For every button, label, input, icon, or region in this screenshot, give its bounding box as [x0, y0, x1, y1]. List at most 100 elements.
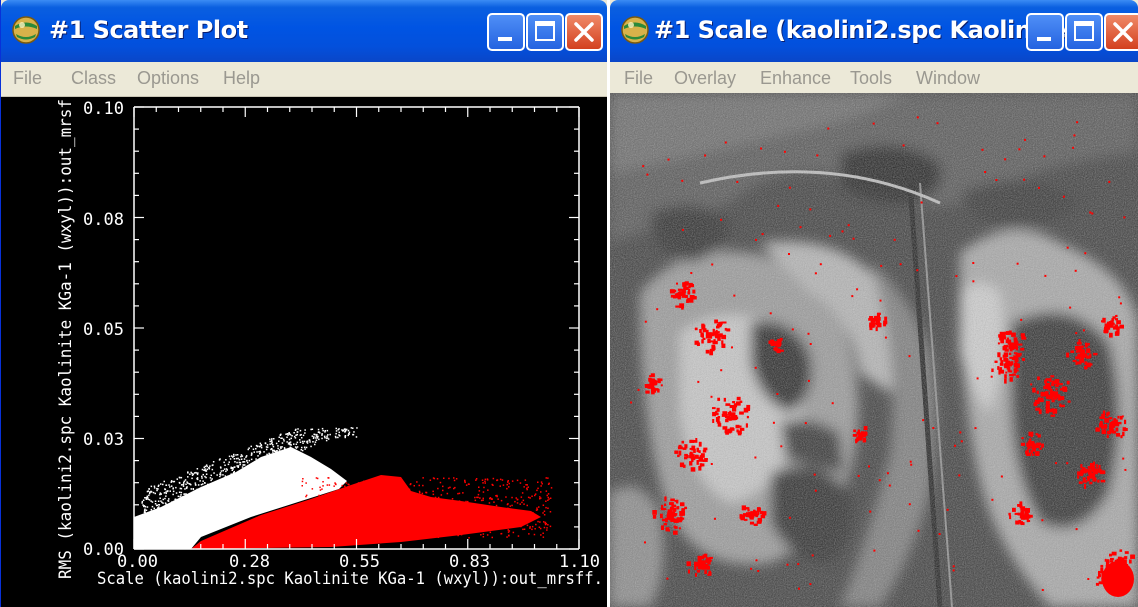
scatter-point — [157, 500, 160, 502]
red-pixel — [1117, 556, 1122, 562]
scatter-point — [245, 455, 248, 457]
red-pixel — [1038, 447, 1043, 450]
menu-file[interactable]: File — [624, 68, 653, 89]
scatter-point — [258, 451, 260, 453]
scatter-point — [255, 444, 258, 447]
red-pixel — [1004, 379, 1007, 384]
scatter-point — [508, 482, 510, 485]
scatter-point — [390, 522, 393, 525]
scatter-point — [395, 533, 398, 535]
scatter-point — [369, 534, 371, 536]
scatter-point — [315, 435, 318, 437]
red-pixel — [1013, 368, 1017, 374]
red-pixel — [1074, 269, 1077, 272]
red-pixel — [1013, 337, 1018, 341]
scatter-point — [422, 484, 424, 487]
minimize-icon — [498, 37, 512, 41]
scatter-point — [414, 526, 417, 529]
red-pixel — [689, 439, 695, 443]
red-pixel — [1109, 422, 1114, 426]
scatter-point — [227, 463, 230, 466]
scatter-point — [356, 427, 358, 429]
menu-tools[interactable]: Tools — [850, 68, 892, 89]
scatter-point — [537, 487, 539, 490]
scatter-point — [394, 532, 396, 534]
scatter-point — [392, 523, 394, 525]
red-pixel — [1020, 442, 1025, 446]
image-window-titlebar[interactable]: #1 Scale (kaolini2.spc Kaolinite ... — [610, 0, 1138, 62]
scatter-point — [142, 504, 144, 506]
scatter-point — [265, 448, 268, 451]
scatter-point — [245, 466, 248, 469]
close-button[interactable] — [1104, 13, 1138, 51]
scatter-point — [304, 514, 306, 516]
scatter-point — [278, 440, 280, 442]
scatter-point — [451, 498, 454, 500]
red-pixel — [713, 412, 719, 416]
scatter-point — [448, 520, 451, 522]
scatter-point — [323, 521, 326, 523]
maximize-button[interactable] — [526, 13, 564, 51]
scatter-point — [317, 435, 319, 438]
scatter-point — [492, 477, 495, 480]
menu-window[interactable]: Window — [916, 68, 980, 89]
scatter-point — [205, 470, 208, 472]
scatter-point — [398, 517, 400, 520]
scatter-point — [177, 499, 180, 501]
red-pixel — [1087, 469, 1092, 474]
scatter-point — [352, 433, 354, 436]
red-pixel — [841, 230, 844, 233]
scatter-point — [433, 527, 435, 530]
red-pixel — [755, 238, 757, 241]
scatter-point — [321, 437, 323, 440]
red-pixel — [809, 583, 812, 586]
image-display[interactable] — [610, 93, 1138, 607]
scatter-plot-area[interactable]: 0.10 0.08 0.05 0.03 0.00 0.00 0.28 0.55 … — [1, 97, 607, 607]
maximize-button[interactable] — [1065, 13, 1103, 51]
red-pixel — [1084, 468, 1087, 473]
scatter-point — [327, 509, 330, 511]
red-pixel — [1122, 427, 1127, 432]
red-pixel — [1037, 434, 1041, 438]
satellite-image[interactable] — [610, 93, 1138, 607]
scatter-point — [506, 516, 508, 518]
menu-enhance[interactable]: Enhance — [760, 68, 831, 89]
minimize-button[interactable] — [1026, 13, 1064, 51]
menu-file[interactable]: File — [13, 68, 42, 89]
scatter-point — [455, 478, 458, 480]
scatter-point — [423, 530, 425, 532]
red-pixel — [893, 238, 896, 241]
scatter-point — [144, 497, 146, 499]
scatter-point — [178, 481, 181, 484]
red-pixel — [680, 502, 685, 507]
red-pixel — [1073, 134, 1076, 137]
scatter-point — [456, 529, 459, 532]
menu-class[interactable]: Class — [71, 68, 116, 89]
red-pixel — [709, 348, 715, 352]
minimize-button[interactable] — [487, 13, 525, 51]
red-pixel — [959, 431, 962, 434]
menu-overlay[interactable]: Overlay — [674, 68, 736, 89]
red-pixel — [878, 479, 881, 482]
scatter-point — [216, 474, 218, 476]
scatter-window-titlebar[interactable]: #1 Scatter Plot — [1, 0, 607, 62]
scatter-point — [338, 431, 340, 434]
scatter-point — [271, 438, 273, 440]
scatter-point — [286, 433, 289, 435]
red-pixel — [1012, 345, 1017, 350]
scatter-point — [285, 433, 287, 435]
scatter-plot[interactable]: 0.10 0.08 0.05 0.03 0.00 0.00 0.28 0.55 … — [1, 97, 607, 607]
scatter-point — [288, 432, 290, 435]
scatter-point — [442, 503, 444, 506]
red-pixel — [902, 144, 905, 147]
scatter-point — [148, 494, 150, 497]
scatter-point — [296, 446, 299, 448]
close-button[interactable] — [565, 13, 603, 51]
menu-options[interactable]: Options — [137, 68, 199, 89]
scatter-point — [193, 472, 196, 474]
scatter-point — [344, 435, 347, 437]
red-pixel — [888, 484, 891, 487]
scatter-point — [543, 526, 546, 529]
scatter-point — [392, 490, 394, 492]
menu-help[interactable]: Help — [223, 68, 260, 89]
